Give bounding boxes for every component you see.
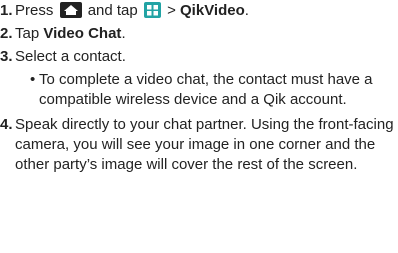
step-text: Tap <box>15 25 44 42</box>
step-text: . <box>244 2 249 19</box>
step-number: 3. <box>0 48 13 65</box>
applications-icon <box>143 2 161 18</box>
home-key-icon <box>59 2 82 18</box>
step-text: Select a contact. <box>15 48 126 65</box>
menu-option: Video Chat <box>43 25 122 42</box>
step-number: 1. <box>0 2 13 19</box>
note-bullet: • To complete a video chat, the contact … <box>30 70 398 110</box>
bullet-marker: • <box>30 71 36 88</box>
step-text: and tap <box>87 2 138 19</box>
step-3: 3. Select a contact. <box>0 47 398 67</box>
step-4: 4. Speak directly to your chat partner. … <box>0 115 398 175</box>
app-name: QikVideo <box>180 2 245 19</box>
step-1: 1. Press and tap > QikVideo. <box>0 1 398 21</box>
bullet-text: To complete a video chat, the contact mu… <box>39 71 373 108</box>
step-text: > <box>167 2 181 19</box>
step-2: 2. Tap Video Chat. <box>0 24 398 44</box>
step-number: 4. <box>0 116 13 133</box>
step-text: Speak directly to your chat partner. Usi… <box>15 116 394 173</box>
instructions: 1. Press and tap > QikVideo. 2. Tap Vide… <box>0 1 398 178</box>
step-text: . <box>121 25 126 42</box>
step-number: 2. <box>0 25 13 42</box>
step-text: Press <box>15 2 54 19</box>
